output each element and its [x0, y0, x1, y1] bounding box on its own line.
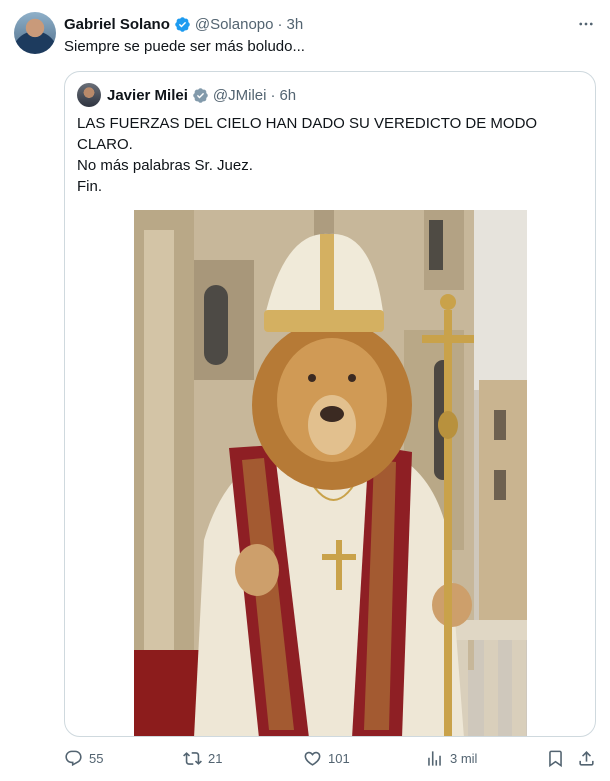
- repost-count: 21: [208, 750, 223, 766]
- quoted-text-line: LAS FUERZAS DEL CIELO HAN DADO SU VEREDI…: [77, 115, 542, 153]
- reply-button[interactable]: 55: [64, 746, 103, 770]
- separator-dot: ·: [277, 15, 283, 33]
- reply-count: 55: [89, 750, 104, 766]
- action-bar: 55 21 101 3 mil: [64, 746, 596, 770]
- reply-icon: [65, 750, 82, 766]
- quoted-author-avatar[interactable]: [77, 83, 101, 107]
- tweet-text: Siempre se puede ser más boludo...: [64, 38, 305, 55]
- author-avatar[interactable]: [14, 12, 56, 54]
- author-name[interactable]: Gabriel Solano: [64, 16, 170, 33]
- views-button[interactable]: 3 mil: [425, 746, 477, 770]
- views-count: 3 mil: [450, 750, 478, 766]
- quoted-time[interactable]: 6h: [279, 87, 296, 104]
- post-time[interactable]: 3h: [286, 16, 303, 33]
- like-button[interactable]: 101: [303, 746, 350, 770]
- quoted-author-name[interactable]: Javier Milei: [107, 87, 188, 104]
- more-icon[interactable]: [576, 14, 596, 34]
- share-button[interactable]: [577, 746, 596, 770]
- quoted-text-line: Fin.: [77, 178, 103, 195]
- quoted-text: LAS FUERZAS DEL CIELO HAN DADO SU VEREDI…: [77, 113, 585, 197]
- views-icon: [428, 750, 441, 766]
- like-icon: [304, 751, 321, 766]
- tweet-header: Gabriel Solano @Solanopo · 3h: [64, 13, 303, 35]
- separator-dot: ·: [270, 86, 276, 104]
- like-count: 101: [328, 750, 350, 766]
- author-handle[interactable]: @Solanopo: [195, 16, 274, 33]
- quoted-tweet[interactable]: Javier Milei @JMilei · 6h LAS FUERZAS DE…: [64, 71, 596, 737]
- share-icon: [579, 750, 594, 766]
- verified-icon: [193, 87, 208, 103]
- tweet: Gabriel Solano @Solanopo · 3h Siempre se…: [0, 0, 610, 781]
- repost-button[interactable]: 21: [183, 746, 222, 770]
- bookmark-button[interactable]: [546, 746, 565, 770]
- quoted-header: Javier Milei @JMilei · 6h: [107, 84, 296, 106]
- bookmark-icon: [549, 750, 562, 767]
- lion-pope-illustration: [134, 210, 527, 736]
- quoted-text-line: No más palabras Sr. Juez.: [77, 157, 253, 174]
- repost-icon: [183, 751, 202, 765]
- verified-icon: [175, 16, 190, 32]
- quoted-author-handle[interactable]: @JMilei: [213, 87, 267, 104]
- quoted-image[interactable]: [134, 210, 527, 736]
